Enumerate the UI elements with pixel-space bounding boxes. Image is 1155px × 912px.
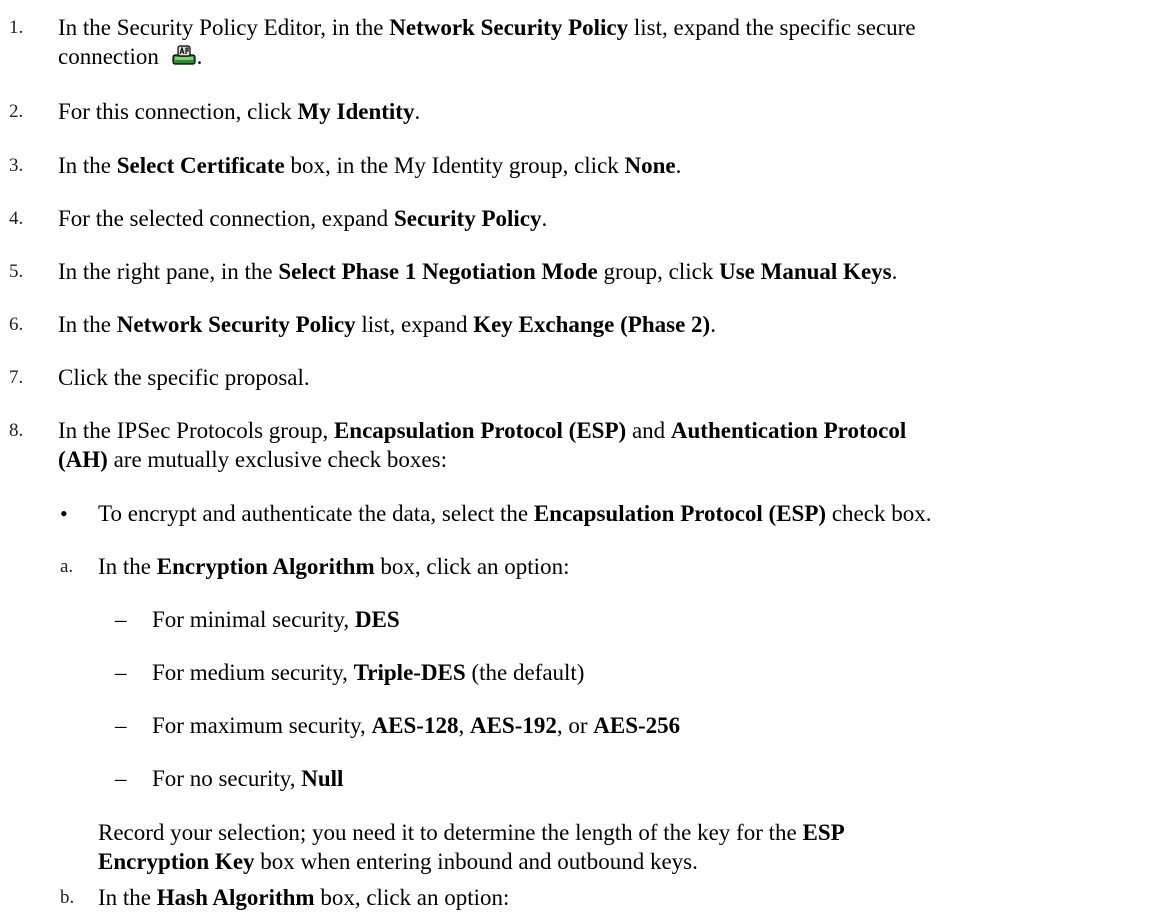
dash-text: For minimal security, DES bbox=[152, 607, 400, 632]
paragraph-text: Encryption Key box when entering inbound… bbox=[98, 849, 698, 874]
dash-text: For medium security, Triple-DES (the def… bbox=[152, 660, 585, 685]
document-page: 1. In the Security Policy Editor, in the… bbox=[0, 0, 1155, 910]
dash-mark: – bbox=[115, 766, 127, 791]
substep-label: a. bbox=[60, 556, 74, 577]
step-text: In the Select Certificate box, in the My… bbox=[58, 153, 682, 178]
step-text: (AH) are mutually exclusive check boxes: bbox=[58, 447, 447, 472]
dash-text: For maximum security, AES-128, AES-192, … bbox=[152, 713, 681, 738]
bullet-text: To encrypt and authenticate the data, se… bbox=[98, 501, 932, 526]
step-number: 6. bbox=[9, 314, 24, 335]
dash-mark: – bbox=[115, 607, 127, 632]
step-number: 7. bbox=[9, 367, 24, 388]
step-number: 8. bbox=[9, 420, 24, 441]
step-text: In the Security Policy Editor, in the Ne… bbox=[58, 15, 916, 40]
dash-mark: – bbox=[115, 660, 127, 685]
step-number: 4. bbox=[9, 208, 24, 229]
substep-label: b. bbox=[60, 887, 75, 908]
step-text: connection . bbox=[58, 43, 203, 69]
step-text: For this connection, click My Identity. bbox=[58, 99, 421, 124]
paragraph-text: Record your selection; you need it to de… bbox=[98, 820, 845, 845]
substep-text: In the Encryption Algorithm box, click a… bbox=[98, 554, 570, 579]
step-text: For the selected connection, expand Secu… bbox=[58, 206, 548, 231]
step-text: Click the specific proposal. bbox=[58, 365, 310, 390]
step-text: In the IPSec Protocols group, Encapsulat… bbox=[58, 418, 907, 443]
step-number: 1. bbox=[9, 17, 24, 38]
step-text: In the right pane, in the Select Phase 1… bbox=[58, 259, 898, 284]
step-text: In the Network Security Policy list, exp… bbox=[58, 312, 716, 337]
step-number: 3. bbox=[9, 155, 24, 176]
substep-text: In the Hash Algorithm box, click an opti… bbox=[98, 885, 510, 910]
bullet-mark: • bbox=[60, 501, 68, 526]
dash-text: For no security, Null bbox=[152, 766, 344, 791]
step-number: 2. bbox=[9, 101, 24, 122]
dash-mark: – bbox=[115, 713, 127, 738]
secure-connection-icon bbox=[171, 43, 197, 67]
step-number: 5. bbox=[9, 261, 24, 282]
